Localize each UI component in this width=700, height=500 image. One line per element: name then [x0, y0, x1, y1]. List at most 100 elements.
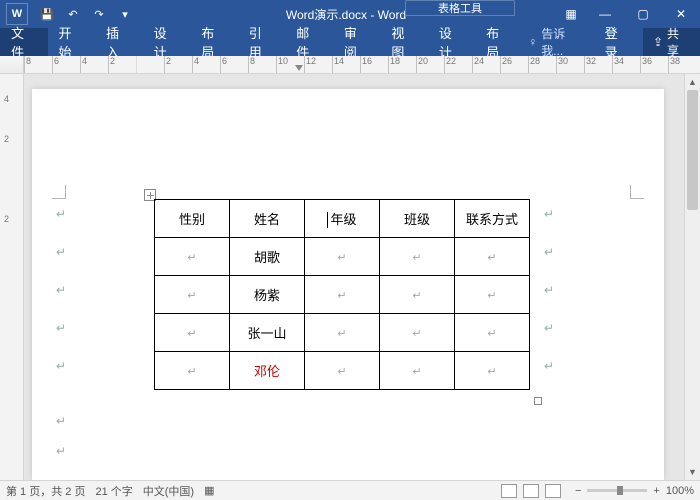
table-cell[interactable]: 胡歌	[230, 238, 305, 276]
cell-mark-icon: ↵	[187, 252, 196, 264]
tab-table-design[interactable]: 设计	[428, 28, 475, 56]
tell-me-search[interactable]: ♀ 告诉我...	[522, 25, 591, 59]
ruler-tick: 2	[4, 134, 9, 144]
tab-home[interactable]: 开始	[48, 28, 96, 56]
qat-more-icon[interactable]: ▾	[114, 3, 136, 25]
cell-mark-icon: ↵	[412, 290, 421, 302]
status-page[interactable]: 第 1 页，共 2 页	[6, 483, 85, 499]
cell-text: 联系方式	[466, 212, 518, 227]
zoom-slider-thumb[interactable]	[617, 486, 623, 495]
table-cell[interactable]: 张一山	[230, 314, 305, 352]
vertical-scrollbar[interactable]: ▲ ▼	[684, 74, 700, 480]
table-cell[interactable]: ↵	[380, 238, 455, 276]
table-cell[interactable]: 邓伦	[230, 352, 305, 390]
table-cell[interactable]: ↵	[305, 314, 380, 352]
tab-view[interactable]: 视图	[380, 28, 428, 56]
paragraph-mark-icon	[544, 321, 554, 335]
paragraph-mark-icon	[544, 207, 554, 221]
table-cell[interactable]: ↵	[455, 314, 530, 352]
ruler-tick: 8	[248, 56, 276, 73]
save-icon[interactable]: 💾	[36, 3, 58, 25]
table-row: ↵胡歌↵↵↵	[155, 238, 530, 276]
share-icon: ⇪	[653, 35, 663, 49]
ruler-tick: 4	[4, 94, 9, 104]
zoom-out-button[interactable]: −	[575, 485, 581, 497]
vertical-ruler[interactable]: 422	[0, 74, 24, 480]
table-cell[interactable]: ↵	[455, 276, 530, 314]
tab-layout[interactable]: 布局	[190, 28, 238, 56]
paragraph-mark-icon	[56, 283, 66, 297]
ruler-tick: 28	[528, 56, 556, 73]
tab-references[interactable]: 引用	[238, 28, 286, 56]
table-cell[interactable]: ↵	[155, 352, 230, 390]
cell-text: 班级	[404, 212, 430, 227]
zoom-in-button[interactable]: +	[653, 485, 659, 497]
paragraph-mark-icon	[56, 321, 66, 335]
table-cell[interactable]: ↵	[305, 352, 380, 390]
zoom-level[interactable]: 100%	[666, 485, 694, 497]
cell-text: 年级	[330, 212, 356, 227]
table-header-cell[interactable]: 联系方式	[455, 200, 530, 238]
cell-mark-icon: ↵	[337, 290, 346, 302]
ruler-tick: 18	[388, 56, 416, 73]
ribbon-tabs: 文件 开始 插入 设计 布局 引用 邮件 审阅 视图 设计 布局 ♀ 告诉我..…	[0, 28, 700, 56]
view-read-icon[interactable]	[501, 484, 517, 498]
table-header-cell[interactable]: 姓名	[230, 200, 305, 238]
tab-review[interactable]: 审阅	[333, 28, 381, 56]
cell-mark-icon: ↵	[487, 328, 496, 340]
tab-mailings[interactable]: 邮件	[285, 28, 333, 56]
tab-design[interactable]: 设计	[143, 28, 191, 56]
undo-icon[interactable]: ↶	[62, 3, 84, 25]
tab-insert[interactable]: 插入	[95, 28, 143, 56]
share-button[interactable]: ⇪ 共享	[643, 28, 700, 56]
lightbulb-icon: ♀	[528, 35, 537, 49]
view-web-icon[interactable]	[545, 484, 561, 498]
horizontal-ruler[interactable]: 86422468101214161820222426283032343638	[0, 56, 700, 74]
view-print-icon[interactable]	[523, 484, 539, 498]
table-cell[interactable]: ↵	[380, 352, 455, 390]
word-table[interactable]: 性别姓名年级班级联系方式↵胡歌↵↵↵↵杨紫↵↵↵↵张一山↵↵↵↵邓伦↵↵↵	[154, 199, 530, 390]
table-cell[interactable]: ↵	[305, 276, 380, 314]
document-area[interactable]: 性别姓名年级班级联系方式↵胡歌↵↵↵↵杨紫↵↵↵↵张一山↵↵↵↵邓伦↵↵↵	[24, 74, 684, 480]
cell-text: 胡歌	[254, 250, 280, 265]
scroll-up-icon[interactable]: ▲	[685, 74, 700, 90]
zoom-slider[interactable]	[587, 489, 647, 492]
status-char-count[interactable]: 21 个字	[95, 483, 132, 499]
redo-icon[interactable]: ↷	[88, 3, 110, 25]
contextual-tab-label: 表格工具	[405, 0, 515, 16]
table-cell[interactable]: ↵	[455, 352, 530, 390]
ruler-tick: 24	[472, 56, 500, 73]
ruler-corner	[0, 56, 24, 74]
close-button[interactable]: ✕	[662, 0, 700, 28]
table-cell[interactable]: ↵	[155, 238, 230, 276]
ruler-tick: 16	[360, 56, 388, 73]
table-cell[interactable]: ↵	[455, 238, 530, 276]
cell-mark-icon: ↵	[412, 328, 421, 340]
paragraph-mark-icon	[56, 414, 66, 428]
status-bar: 第 1 页，共 2 页 21 个字 中文(中国) ▦ − + 100%	[0, 480, 700, 500]
ruler-tick: 2	[108, 56, 136, 73]
status-language[interactable]: 中文(中国)	[143, 483, 194, 499]
table-resize-handle-icon[interactable]	[534, 397, 542, 405]
page[interactable]: 性别姓名年级班级联系方式↵胡歌↵↵↵↵杨紫↵↵↵↵张一山↵↵↵↵邓伦↵↵↵	[32, 89, 664, 480]
table-cell[interactable]: ↵	[305, 238, 380, 276]
table-header-cell[interactable]: 年级	[305, 200, 380, 238]
table-cell[interactable]: ↵	[155, 276, 230, 314]
table-cell[interactable]: 杨紫	[230, 276, 305, 314]
table-header-cell[interactable]: 班级	[380, 200, 455, 238]
cell-mark-icon: ↵	[187, 366, 196, 378]
scroll-thumb[interactable]	[687, 90, 698, 210]
tab-file[interactable]: 文件	[0, 28, 48, 56]
scroll-down-icon[interactable]: ▼	[685, 464, 700, 480]
cell-text: 姓名	[254, 212, 280, 227]
indent-marker-icon[interactable]	[295, 65, 303, 71]
table-cell[interactable]: ↵	[380, 314, 455, 352]
table-cell[interactable]: ↵	[155, 314, 230, 352]
table-cell[interactable]: ↵	[380, 276, 455, 314]
ribbon-display-icon[interactable]: ▦	[556, 0, 586, 28]
tab-table-layout[interactable]: 布局	[475, 28, 522, 56]
app-icon: W	[6, 3, 28, 25]
status-indicator-icon[interactable]: ▦	[204, 484, 214, 497]
paragraph-mark-icon	[544, 283, 554, 297]
table-header-cell[interactable]: 性别	[155, 200, 230, 238]
